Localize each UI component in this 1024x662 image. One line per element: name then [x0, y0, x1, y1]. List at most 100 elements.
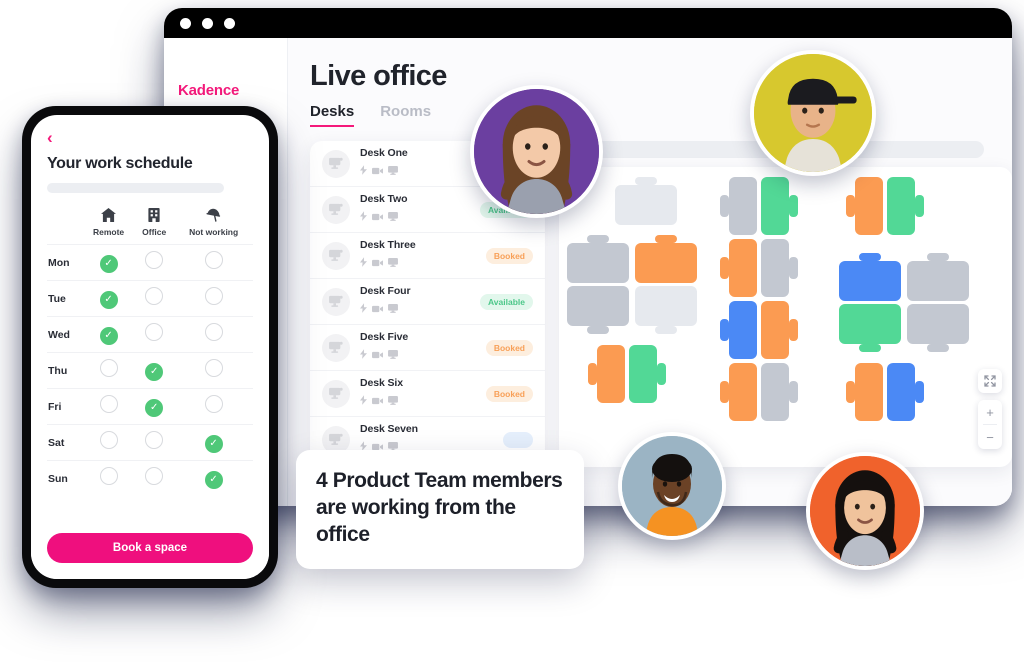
floorplan-desk[interactable]	[635, 286, 697, 326]
floorplan-desk[interactable]	[635, 243, 697, 283]
floorplan-desk[interactable]	[839, 304, 901, 344]
radio-empty[interactable]	[145, 251, 164, 269]
radio-selected[interactable]: ✓	[145, 362, 164, 381]
schedule-cell[interactable]: ✓	[83, 316, 135, 353]
radio-empty[interactable]	[145, 323, 164, 341]
schedule-cell[interactable]	[174, 388, 253, 425]
schedule-cell[interactable]: ✓	[134, 388, 175, 425]
close-dot[interactable]	[180, 17, 191, 29]
floorplan-map[interactable]: + −	[559, 167, 1012, 467]
floorplan-chair	[789, 381, 798, 403]
desk-row[interactable]: Desk Five Booked	[310, 325, 545, 371]
avatar-team-member-4[interactable]	[806, 452, 924, 570]
home-icon	[84, 208, 133, 225]
fullscreen-button[interactable]	[978, 369, 1002, 393]
floorplan-desk[interactable]	[729, 363, 757, 421]
floorplan-desk[interactable]	[907, 304, 969, 344]
back-icon[interactable]: ‹	[47, 129, 253, 146]
content-split: Desk OneDesk TwoAvailableDesk ThreeBooke…	[310, 141, 1012, 467]
schedule-cell[interactable]	[134, 244, 175, 281]
floorplan-desk[interactable]	[629, 345, 657, 403]
minimize-dot[interactable]	[202, 17, 213, 29]
schedule-header: Remote Office Not working	[47, 207, 253, 245]
avatar-team-member-1[interactable]	[470, 85, 603, 218]
schedule-title: Your work schedule	[47, 155, 193, 172]
floorplan-desk[interactable]	[907, 261, 969, 301]
floorplan-desk[interactable]	[855, 363, 883, 421]
radio-selected[interactable]: ✓	[145, 398, 164, 417]
floorplan-desk[interactable]	[597, 345, 625, 403]
radio-empty[interactable]	[204, 395, 223, 413]
radio-selected[interactable]: ✓	[204, 434, 223, 453]
zoom-in-button[interactable]: +	[978, 400, 1002, 424]
desk-row[interactable]: Desk Six Booked	[310, 371, 545, 417]
schedule-cell[interactable]	[134, 280, 175, 317]
radio-empty[interactable]	[204, 359, 223, 377]
avatar-team-member-3[interactable]	[618, 432, 726, 540]
radio-empty[interactable]	[204, 323, 223, 341]
radio-empty[interactable]	[145, 287, 164, 305]
desk-row[interactable]: Desk Three Booked	[310, 233, 545, 279]
tab-desks[interactable]: Desks	[310, 103, 355, 127]
floorplan-desk[interactable]	[761, 363, 789, 421]
schedule-cell[interactable]	[83, 460, 135, 496]
radio-empty[interactable]	[99, 395, 118, 413]
schedule-cell[interactable]	[134, 460, 175, 496]
radio-empty[interactable]	[145, 467, 164, 485]
radio-empty[interactable]	[99, 359, 118, 377]
floorplan-chair	[789, 257, 798, 279]
floorplan-desk[interactable]	[887, 363, 915, 421]
map-column: + −	[559, 141, 1012, 467]
floorplan-desk[interactable]	[615, 185, 677, 225]
schedule-cell[interactable]: ✓	[134, 352, 175, 389]
radio-empty[interactable]	[99, 467, 118, 485]
zoom-out-button[interactable]: −	[978, 425, 1002, 449]
floorplan-desk[interactable]	[887, 177, 915, 235]
schedule-cell[interactable]: ✓	[83, 244, 135, 281]
kadence-logo[interactable]: Kadence	[164, 82, 287, 99]
floorplan-chair	[846, 381, 855, 403]
floorplan-desk[interactable]	[729, 239, 757, 297]
floorplan-desk[interactable]	[729, 177, 757, 235]
day-column-header	[47, 207, 83, 245]
schedule-cell[interactable]	[174, 244, 253, 281]
floorplan-desk[interactable]	[761, 301, 789, 359]
floorplan-desk[interactable]	[855, 177, 883, 235]
radio-selected[interactable]: ✓	[204, 470, 223, 489]
schedule-cell[interactable]	[134, 424, 175, 461]
tab-rooms[interactable]: Rooms	[380, 103, 431, 127]
schedule-cell[interactable]: ✓	[174, 424, 253, 461]
schedule-cell[interactable]: ✓	[174, 460, 253, 496]
schedule-cell[interactable]	[83, 352, 135, 389]
schedule-cell[interactable]	[134, 316, 175, 353]
avatar-team-member-2[interactable]	[750, 50, 876, 176]
column-not-working: Not working	[174, 207, 253, 245]
floorplan-desk[interactable]	[761, 177, 789, 235]
schedule-cell[interactable]: ✓	[83, 280, 135, 317]
radio-empty[interactable]	[204, 287, 223, 305]
radio-empty[interactable]	[145, 431, 164, 449]
status-badge	[502, 431, 533, 448]
radio-selected[interactable]: ✓	[99, 326, 118, 345]
schedule-cell[interactable]	[83, 388, 135, 425]
floorplan-chair	[846, 195, 855, 217]
subtitle-placeholder	[47, 183, 225, 193]
desk-row[interactable]: Desk Four Available	[310, 279, 545, 325]
monitor-icon	[388, 208, 398, 226]
radio-empty[interactable]	[204, 251, 223, 269]
radio-selected[interactable]: ✓	[99, 290, 118, 309]
schedule-day-label: Fri	[47, 388, 83, 425]
schedule-cell[interactable]	[83, 424, 135, 461]
radio-empty[interactable]	[99, 431, 118, 449]
schedule-cell[interactable]	[174, 280, 253, 317]
schedule-cell[interactable]	[174, 352, 253, 389]
floorplan-desk[interactable]	[761, 239, 789, 297]
floorplan-desk[interactable]	[729, 301, 757, 359]
book-a-space-button[interactable]: Book a space	[47, 533, 253, 563]
floorplan-desk[interactable]	[567, 286, 629, 326]
radio-selected[interactable]: ✓	[99, 254, 118, 273]
schedule-cell[interactable]	[174, 316, 253, 353]
floorplan-desk[interactable]	[839, 261, 901, 301]
maximize-dot[interactable]	[224, 17, 235, 29]
floorplan-desk[interactable]	[567, 243, 629, 283]
